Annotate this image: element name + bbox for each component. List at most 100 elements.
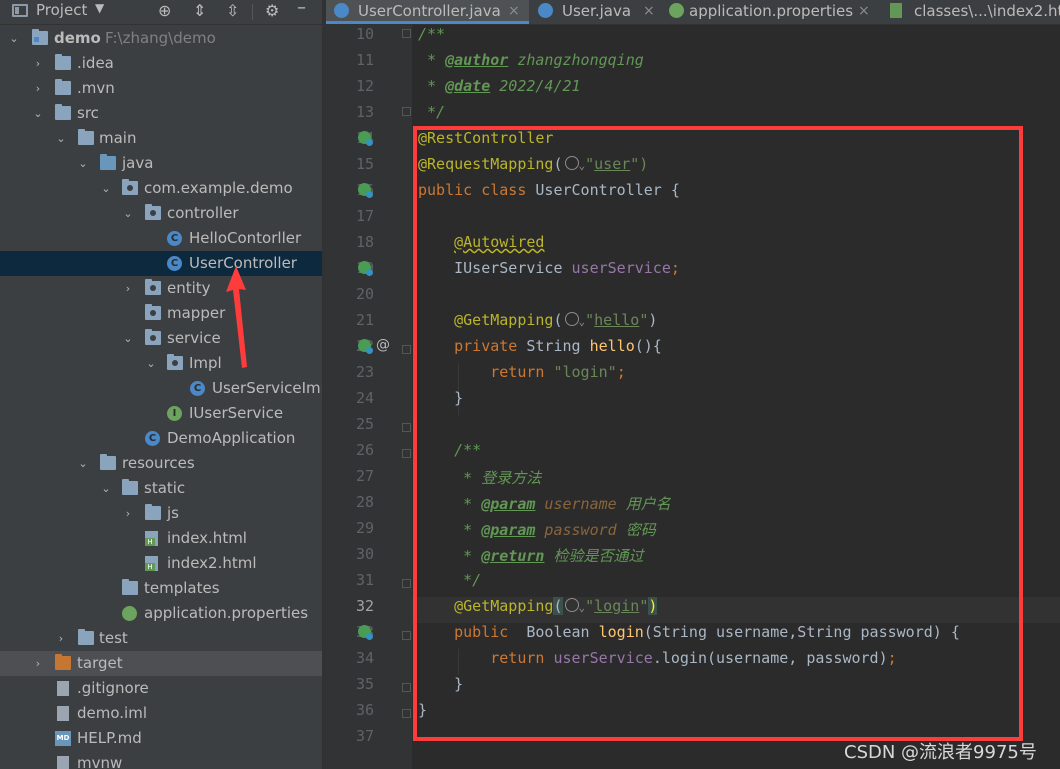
gear-icon[interactable]: ⚙	[265, 1, 279, 20]
line-number: 28	[355, 493, 374, 511]
package-icon	[145, 204, 161, 220]
line-number: 18	[355, 233, 374, 251]
tree-item-gitignore[interactable]: .gitignore	[0, 676, 322, 701]
fold-icon[interactable]	[402, 29, 411, 38]
tree-item-idea[interactable]: › .idea	[0, 51, 322, 76]
tree-item-label: com.example.demo	[144, 179, 293, 197]
chevron-down-icon[interactable]: ⌄	[145, 351, 157, 376]
tab-index2-html[interactable]: classes\...\index2.htm	[886, 0, 1060, 24]
tree-item-index2-html[interactable]: index2.html	[0, 551, 322, 576]
chevron-down-icon[interactable]: ⌄	[100, 476, 112, 501]
html-icon	[890, 3, 902, 18]
fold-icon[interactable]	[402, 579, 411, 588]
tree-item-main[interactable]: ⌄ main	[0, 126, 322, 151]
tree-item-entity[interactable]: › entity	[0, 276, 322, 301]
chevron-down-icon[interactable]: ⌄	[32, 101, 44, 126]
chevron-right-icon[interactable]: ›	[32, 651, 44, 676]
class-icon: C	[190, 381, 205, 396]
tree-item-resources[interactable]: ⌄ resources	[0, 451, 322, 476]
tree-item-index-html[interactable]: index.html	[0, 526, 322, 551]
chevron-right-icon[interactable]: ›	[32, 76, 44, 101]
chevron-down-icon[interactable]: ▼	[95, 1, 104, 15]
tree-item-src[interactable]: ⌄ src	[0, 101, 322, 126]
chevron-down-icon[interactable]: ⌄	[100, 176, 112, 201]
chevron-right-icon[interactable]: ›	[55, 626, 67, 651]
tree-item-label: .mvn	[77, 79, 115, 97]
close-icon[interactable]: ×	[643, 0, 655, 22]
spring-autowire-icon[interactable]	[358, 261, 373, 276]
close-icon[interactable]: ×	[508, 0, 520, 22]
fold-icon[interactable]	[402, 631, 411, 640]
tree-item-label: .idea	[77, 54, 114, 72]
tree-item-label: entity	[167, 279, 211, 297]
tree-item-java[interactable]: ⌄ java	[0, 151, 322, 176]
fold-icon[interactable]	[402, 423, 411, 432]
tree-item-js[interactable]: › js	[0, 501, 322, 526]
chevron-down-icon[interactable]: ⌄	[55, 126, 67, 151]
chevron-right-icon[interactable]: ›	[122, 501, 134, 526]
tree-item-mvn[interactable]: › .mvn	[0, 76, 322, 101]
tree-item-iuserservice[interactable]: I IUserService	[0, 401, 322, 426]
spring-endpoint-icon[interactable]	[358, 339, 373, 354]
tree-item-impl[interactable]: ⌄ Impl	[0, 351, 322, 376]
tree-item-test[interactable]: › test	[0, 626, 322, 651]
tab-usercontroller-java[interactable]: UserController.java ×	[326, 0, 529, 24]
tree-item-userserviceimpl[interactable]: C UserServiceImpl	[0, 376, 322, 401]
line-number: 10	[355, 25, 374, 43]
collapse-all-icon[interactable]: ⇳	[226, 1, 239, 20]
tree-item-service[interactable]: ⌄ service	[0, 326, 322, 351]
tree-item-label: mvnw	[77, 754, 123, 769]
fold-icon[interactable]	[402, 345, 411, 354]
tab-application-properties[interactable]: application.properties ×	[661, 0, 873, 24]
project-title[interactable]: Project	[36, 1, 87, 19]
annotation-arrow	[226, 266, 247, 368]
class-icon: C	[167, 256, 182, 271]
tree-item-mapper[interactable]: mapper	[0, 301, 322, 326]
line-number: 13	[355, 103, 374, 121]
chevron-right-icon[interactable]: ›	[122, 276, 134, 301]
code-line: /**	[418, 25, 446, 43]
tree-item-help-md[interactable]: MD HELP.md	[0, 726, 322, 751]
chevron-down-icon[interactable]: ⌄	[122, 326, 134, 351]
tree-item-demo-iml[interactable]: demo.iml	[0, 701, 322, 726]
chevron-down-icon[interactable]: ⌄	[122, 201, 134, 226]
tree-item-hellocontorller[interactable]: C HelloContorller	[0, 226, 322, 251]
tree-item-demo[interactable]: ⌄ demo F:\zhang\demo	[0, 26, 322, 51]
tab-user-java[interactable]: User.java ×	[530, 0, 660, 24]
locate-icon[interactable]: ⊕	[158, 1, 171, 20]
tree-item-application-properties[interactable]: application.properties	[0, 601, 322, 626]
tree-item-demoapplication[interactable]: C DemoApplication	[0, 426, 322, 451]
spring-bean-icon[interactable]	[358, 183, 373, 198]
line-number: 21	[355, 311, 374, 329]
tree-item-mvnw[interactable]: mvnw	[0, 751, 322, 769]
fold-icon[interactable]	[402, 709, 411, 718]
fold-icon[interactable]	[402, 107, 411, 116]
tree-item-label: IUserService	[189, 404, 284, 422]
line-number: 34	[355, 649, 374, 667]
tree-item-static[interactable]: ⌄ static	[0, 476, 322, 501]
expand-all-icon[interactable]: ⇕	[193, 1, 206, 20]
resources-folder-icon	[100, 454, 116, 470]
tree-item-controller[interactable]: ⌄ controller	[0, 201, 322, 226]
tree-item-target[interactable]: › target	[0, 651, 322, 676]
tree-item-label: mapper	[167, 304, 226, 322]
package-icon	[167, 354, 183, 370]
package-icon	[145, 279, 161, 295]
chevron-down-icon[interactable]: ⌄	[77, 451, 89, 476]
tree-item-com-example-demo[interactable]: ⌄ com.example.demo	[0, 176, 322, 201]
chevron-down-icon[interactable]: ⌄	[77, 151, 89, 176]
spring-endpoint-icon[interactable]	[358, 625, 373, 640]
close-icon[interactable]: ×	[858, 0, 870, 22]
at-icon[interactable]: @	[376, 337, 390, 353]
spring-bean-icon[interactable]	[358, 131, 373, 146]
tree-item-label: java	[122, 154, 154, 172]
fold-icon[interactable]	[402, 683, 411, 692]
class-icon: C	[167, 231, 182, 246]
html-file-icon	[145, 556, 158, 571]
chevron-down-icon[interactable]: ⌄	[8, 26, 20, 51]
chevron-right-icon[interactable]: ›	[32, 51, 44, 76]
fold-icon[interactable]	[402, 449, 411, 458]
tree-item-templates[interactable]: templates	[0, 576, 322, 601]
tree-item-usercontroller[interactable]: C UserController	[0, 251, 322, 276]
hide-icon[interactable]: –	[297, 0, 306, 18]
